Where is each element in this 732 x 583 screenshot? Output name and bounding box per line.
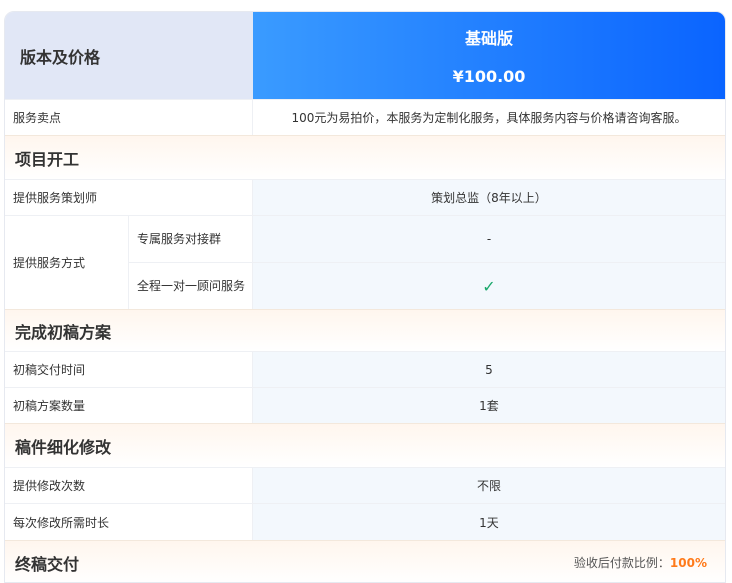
table-row: 初稿方案数量 1套 <box>5 387 725 423</box>
table-row: 服务卖点 100元为易拍价，本服务为定制化服务，具体服务内容与价格请咨询客服。 <box>5 99 725 135</box>
section-title: 完成初稿方案 <box>15 322 112 342</box>
method-sub-rows: 专属服务对接群 - 全程一对一顾问服务 ✓ <box>129 216 725 309</box>
table-row: 专属服务对接群 - <box>129 216 725 263</box>
selling-point-label: 服务卖点 <box>5 100 253 135</box>
payment-ratio-label: 验收后付款比例： <box>573 556 670 570</box>
section-title: 稿件细化修改 <box>15 437 112 457</box>
payment-ratio-value: 100% <box>669 556 707 570</box>
delivery-label: 初稿交付时间 <box>5 352 253 387</box>
check-icon: ✓ <box>482 276 496 296</box>
version-price-label: 版本及价格 <box>5 12 253 99</box>
table-row: 每次修改所需时长 1天 <box>5 503 725 540</box>
consultant-label: 全程一对一顾问服务 <box>129 263 253 309</box>
planner-value: 策划总监（8年以上） <box>253 180 725 215</box>
selling-point-value: 100元为易拍价，本服务为定制化服务，具体服务内容与价格请咨询客服。 <box>253 100 725 135</box>
payment-ratio: 验收后付款比例：100% <box>574 554 707 571</box>
planner-label: 提供服务策划师 <box>5 180 253 215</box>
table-row: 全程一对一顾问服务 ✓ <box>129 263 725 309</box>
plan-name: 基础版 <box>464 29 513 48</box>
revision-times-label: 提供修改次数 <box>5 468 253 503</box>
table-header: 版本及价格 基础版 ¥100.00 <box>5 12 725 99</box>
revision-duration-value: 1天 <box>253 504 725 540</box>
service-method-group: 提供服务方式 专属服务对接群 - 全程一对一顾问服务 ✓ <box>5 215 725 309</box>
count-value: 1套 <box>253 388 725 423</box>
section-draft: 完成初稿方案 <box>5 309 725 351</box>
group-label: 专属服务对接群 <box>129 216 253 262</box>
plan-price: ¥100.00 <box>452 67 526 86</box>
section-refine: 稿件细化修改 <box>5 423 725 467</box>
section-kickoff: 项目开工 <box>5 135 725 179</box>
table-row: 初稿交付时间 5 <box>5 351 725 387</box>
section-title: 终稿交付 <box>15 554 80 574</box>
section-title: 项目开工 <box>15 149 80 169</box>
table-row: 提供修改次数 不限 <box>5 467 725 503</box>
group-value: - <box>253 216 725 262</box>
table-row: 提供服务策划师 策划总监（8年以上） <box>5 179 725 215</box>
delivery-value: 5 <box>253 352 725 387</box>
pricing-table: 版本及价格 基础版 ¥100.00 服务卖点 100元为易拍价，本服务为定制化服… <box>4 11 726 583</box>
plan-column-header[interactable]: 基础版 ¥100.00 <box>253 12 725 99</box>
count-label: 初稿方案数量 <box>5 388 253 423</box>
consultant-value: ✓ <box>253 263 725 309</box>
revision-times-value: 不限 <box>253 468 725 503</box>
revision-duration-label: 每次修改所需时长 <box>5 504 253 540</box>
method-label: 提供服务方式 <box>5 216 129 309</box>
section-final: 终稿交付 验收后付款比例：100% <box>5 540 725 582</box>
